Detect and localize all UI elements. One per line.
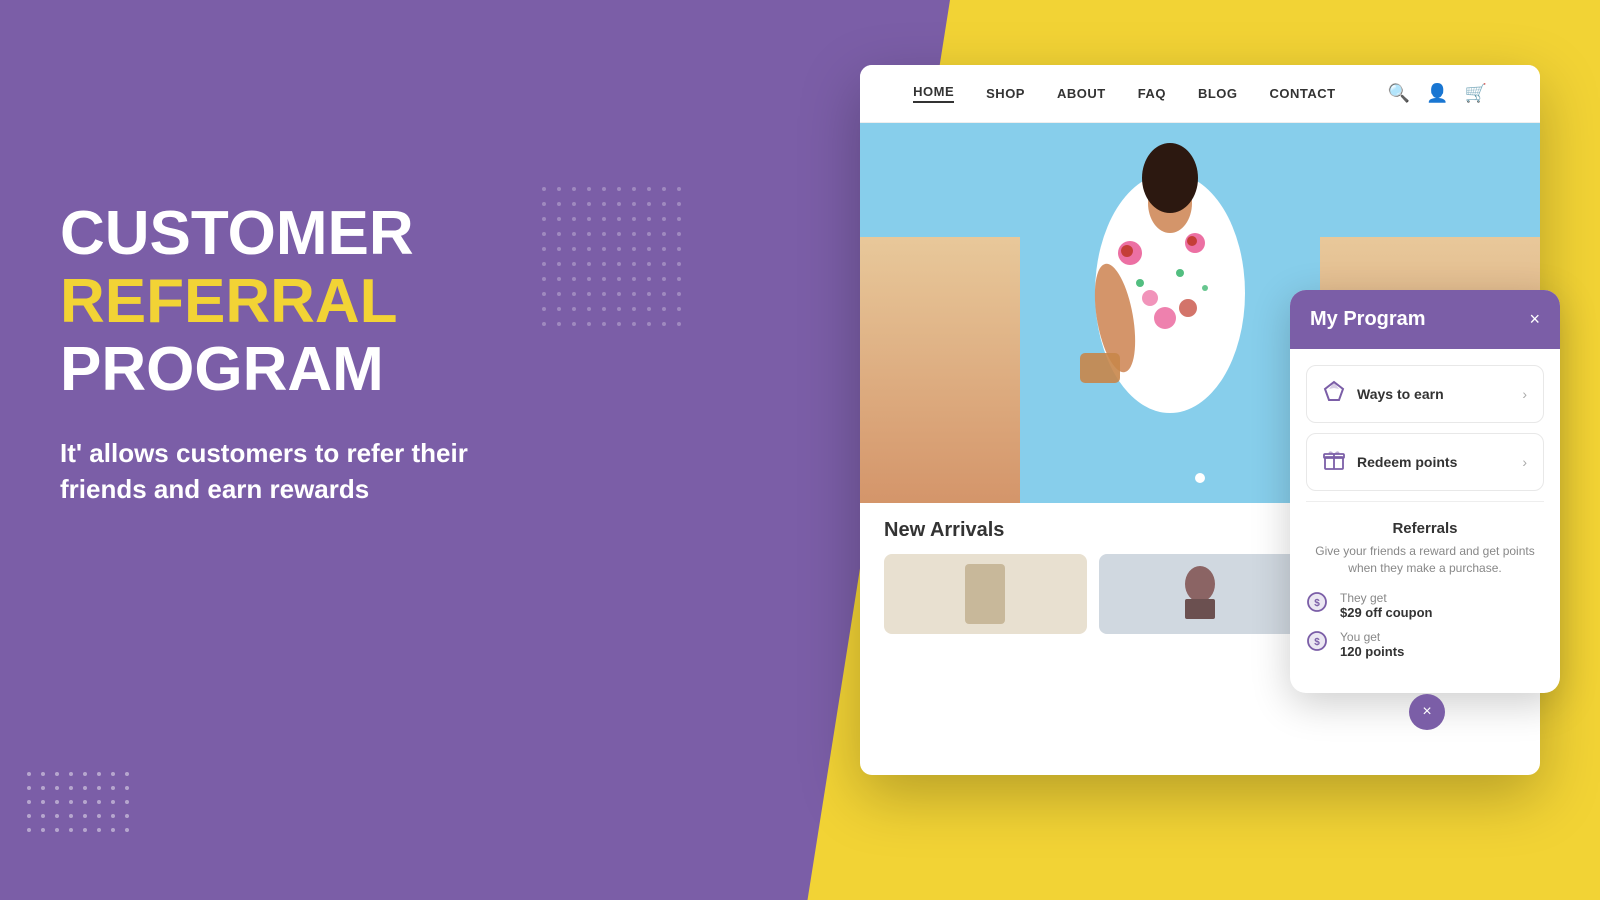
user-icon[interactable]: 👤 xyxy=(1426,83,1448,104)
redeem-points-item[interactable]: Redeem points › xyxy=(1306,433,1544,491)
carousel-dot xyxy=(1195,473,1205,483)
nav-blog[interactable]: BLOG xyxy=(1198,86,1238,101)
ways-to-earn-chevron: › xyxy=(1522,386,1527,402)
floating-close-button[interactable]: × xyxy=(1409,694,1445,730)
diamond-icon xyxy=(1323,380,1345,408)
redeem-points-left: Redeem points xyxy=(1323,448,1457,476)
you-get-label: You get xyxy=(1340,630,1404,644)
nav-icons: 🔍 👤 🛒 xyxy=(1388,83,1487,104)
panel-title: My Program xyxy=(1310,308,1426,331)
headline-line1: CUSTOMER xyxy=(60,199,414,268)
panel-close-button[interactable]: × xyxy=(1529,309,1540,330)
product-card-2[interactable] xyxy=(1099,554,1302,634)
product-card-1[interactable] xyxy=(884,554,1087,634)
they-get-label: They get xyxy=(1340,591,1432,605)
referrals-desc: Give your friends a reward and get point… xyxy=(1306,543,1544,577)
headline-line2: REFERRAL xyxy=(60,267,398,336)
headline-line3: PROGRAM xyxy=(60,335,384,404)
panel-header: My Program × xyxy=(1290,290,1560,349)
they-get-row: $ They get $29 off coupon xyxy=(1306,591,1544,620)
search-icon[interactable]: 🔍 xyxy=(1388,83,1410,104)
nav-contact[interactable]: CONTACT xyxy=(1270,86,1336,101)
they-get-value: $29 off coupon xyxy=(1340,605,1432,620)
you-get-icon: $ xyxy=(1306,630,1328,658)
panel-body: Ways to earn › Redeem points › xyxy=(1290,349,1560,693)
hero-description: It' allows customers to refer their frie… xyxy=(60,435,560,508)
my-program-panel: My Program × Ways to earn › xyxy=(1290,290,1560,693)
redeem-points-label: Redeem points xyxy=(1357,454,1457,470)
fashion-figure xyxy=(1020,123,1320,503)
referrals-title: Referrals xyxy=(1306,520,1544,537)
left-content: CUSTOMER REFERRAL PROGRAM It' allows cus… xyxy=(60,200,560,507)
they-get-info: They get $29 off coupon xyxy=(1340,591,1432,620)
you-get-row: $ You get 120 points xyxy=(1306,630,1544,659)
dot-pattern-left-bottom xyxy=(25,770,145,850)
gift-icon xyxy=(1323,448,1345,476)
nav-home[interactable]: HOME xyxy=(913,84,954,103)
nav-shop[interactable]: SHOP xyxy=(986,86,1025,101)
ways-to-earn-left: Ways to earn xyxy=(1323,380,1444,408)
nav-about[interactable]: ABOUT xyxy=(1057,86,1106,101)
redeem-points-chevron: › xyxy=(1522,454,1527,470)
dot-grid-top: // Will be replaced by static content be… xyxy=(540,185,700,340)
you-get-info: You get 120 points xyxy=(1340,630,1404,659)
referrals-section: Referrals Give your friends a reward and… xyxy=(1306,512,1544,677)
svg-text:$: $ xyxy=(1314,637,1320,648)
they-get-icon: $ xyxy=(1306,591,1328,619)
ways-to-earn-item[interactable]: Ways to earn › xyxy=(1306,365,1544,423)
nav-faq[interactable]: FAQ xyxy=(1138,86,1166,101)
browser-nav: HOME SHOP ABOUT FAQ BLOG CONTACT 🔍 👤 🛒 xyxy=(860,65,1540,123)
svg-text:$: $ xyxy=(1314,598,1320,609)
panel-divider xyxy=(1306,501,1544,502)
cart-icon[interactable]: 🛒 xyxy=(1464,83,1486,104)
ways-to-earn-label: Ways to earn xyxy=(1357,386,1444,402)
you-get-value: 120 points xyxy=(1340,644,1404,659)
